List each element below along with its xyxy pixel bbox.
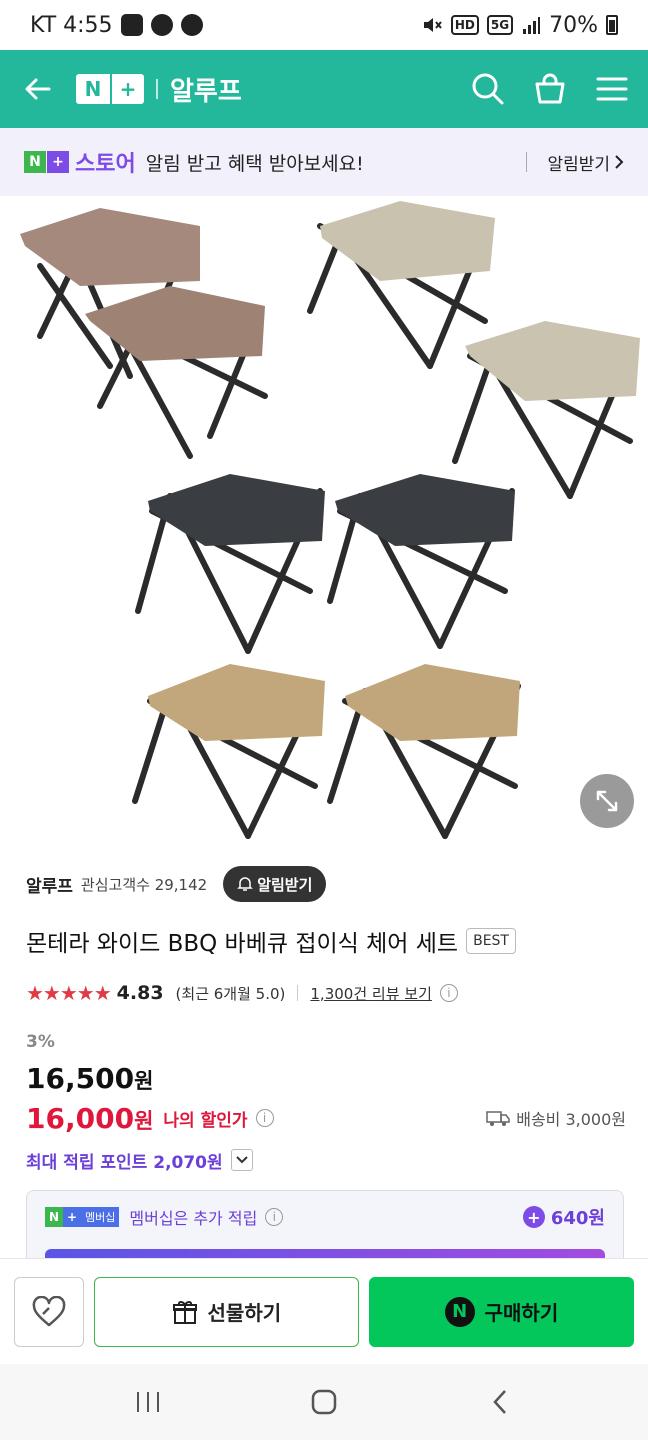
rating-recent: (최근 6개월 5.0) [175,984,286,1003]
rating-divider [297,985,299,1001]
gift-button-label: 선물하기 [207,1301,282,1325]
nplus-store-badge: N + [24,151,69,173]
nplus-store-logo[interactable]: N + [76,74,144,104]
home-icon[interactable] [294,1382,354,1422]
back-arrow-icon[interactable] [18,69,58,109]
npay-icon: N [444,1296,475,1327]
status-bar: KT 4:55 HD 5G 70% [0,0,648,50]
logo-plus: + [112,74,144,104]
seller-alarm-label: 알림받기 [257,875,313,894]
rating-row: ★★★★★ 4.83 (최근 6개월 5.0) 1,300건 리뷰 보기 i [26,978,458,1008]
gift-icon [172,1300,197,1324]
shipping-fee-text: 배송비 3,000원 [516,1110,626,1129]
menu-icon[interactable] [594,71,630,107]
price-info-icon[interactable]: i [255,1109,274,1127]
logo-n: N [76,74,110,104]
seller-followers: 관심고객수 29,142 [80,875,208,894]
header-icons [470,71,630,107]
youtube-notification-icon [120,14,143,36]
review-link[interactable]: 1,300건 리뷰 보기 [310,983,431,1004]
signal-icon [523,17,541,34]
membership-badge-n: N [45,1207,63,1227]
badge-plus: + [47,151,69,173]
system-nav-bar [0,1364,648,1440]
rating-score: 4.83 [116,982,164,1004]
mute-icon [423,18,442,32]
chat-notification-icon [180,14,203,36]
original-price: 16,500원 [26,1062,153,1095]
network-5g-icon: 5G [486,15,514,35]
rating-stars: ★★★★★ [26,981,112,1005]
banner-message: 알림 받고 혜택 받아보세요! [145,152,364,175]
banner-divider [526,152,528,172]
chevron-right-icon [615,155,624,169]
banner-alarm-link[interactable]: 알림받기 [547,150,624,175]
seller-name[interactable]: 알루프 [26,872,73,897]
product-title: 몬테라 와이드 BBQ 바베큐 접이식 체어 세트 [26,931,459,957]
stool-set-illustration [20,201,640,839]
banner-store-label: 스토어 [75,152,136,177]
banner-link-label: 알림받기 [547,154,610,175]
discount-rate: 3% [26,1032,55,1052]
cart-icon[interactable] [532,71,568,107]
original-price-value: 16,500 [26,1062,135,1095]
bottom-action-bar: 선물하기 N 구매하기 [0,1258,648,1364]
sale-price-value: 16,000 [26,1101,135,1135]
truck-icon [486,1111,510,1126]
sale-price-row: 16,000원 나의 할인가 i 배송비 3,000원 [26,1100,626,1136]
buy-button-label: 구매하기 [484,1301,559,1325]
membership-row[interactable]: N + 멤버십 멤버십은 추가 적립 i + 640원 [27,1191,623,1243]
hd-icon: HD [450,15,479,35]
status-left: KT 4:55 [30,13,203,38]
app-notification-icon [150,14,173,36]
sale-price-currency: 원 [134,1108,154,1133]
battery-icon [606,15,618,35]
bell-plus-icon [237,877,253,891]
membership-badge-plus: + [63,1207,81,1227]
sale-price: 16,000원 [26,1102,153,1135]
expand-icon [596,790,618,812]
points-row[interactable]: 최대 적립 포인트 2,070원 [26,1146,253,1174]
review-info-icon[interactable]: i [439,984,458,1002]
expand-image-button[interactable] [580,774,634,828]
recent-apps-icon[interactable] [118,1382,178,1422]
seller-row: 알루프 관심고객수 29,142 알림받기 [26,866,327,902]
product-title-row: 몬테라 와이드 BBQ 바베큐 접이식 체어 세트 BEST [26,924,516,958]
membership-text: 멤버십은 추가 적립 [129,1209,258,1228]
max-points: 최대 적립 포인트 2,070원 [26,1152,223,1173]
seller-alarm-button[interactable]: 알림받기 [223,866,327,902]
header-divider [156,79,158,99]
original-price-currency: 원 [134,1069,154,1093]
product-image[interactable] [0,196,648,848]
membership-badge: N + 멤버십 [45,1207,120,1227]
shipping-fee: 배송비 3,000원 [486,1106,626,1130]
gift-button[interactable]: 선물하기 [93,1276,359,1347]
store-alarm-banner[interactable]: N + 스토어 알림 받고 혜택 받아보세요! 알림받기 [0,128,648,196]
my-price-label: 나의 할인가 [163,1110,248,1131]
search-icon[interactable] [470,71,506,107]
badge-n: N [24,151,46,173]
best-badge: BEST [466,928,516,954]
carrier-time: KT 4:55 [30,12,113,38]
status-right: HD 5G 70% [421,13,618,38]
membership-info-icon[interactable]: i [265,1208,284,1226]
wishlist-button[interactable] [14,1276,84,1347]
chevron-down-icon[interactable] [230,1149,253,1171]
app-header: N + 알루프 [0,50,648,128]
plus-circle-icon: + [522,1206,545,1228]
store-name[interactable]: 알루프 [170,71,242,108]
battery-percent: 70% [549,12,598,38]
membership-badge-label: 멤버십 [81,1207,120,1227]
heart-icon [32,1295,66,1326]
buy-button[interactable]: N 구매하기 [368,1276,634,1347]
back-icon[interactable] [470,1382,530,1422]
membership-points: + 640원 [522,1204,605,1230]
membership-points-value: 640원 [550,1208,605,1229]
